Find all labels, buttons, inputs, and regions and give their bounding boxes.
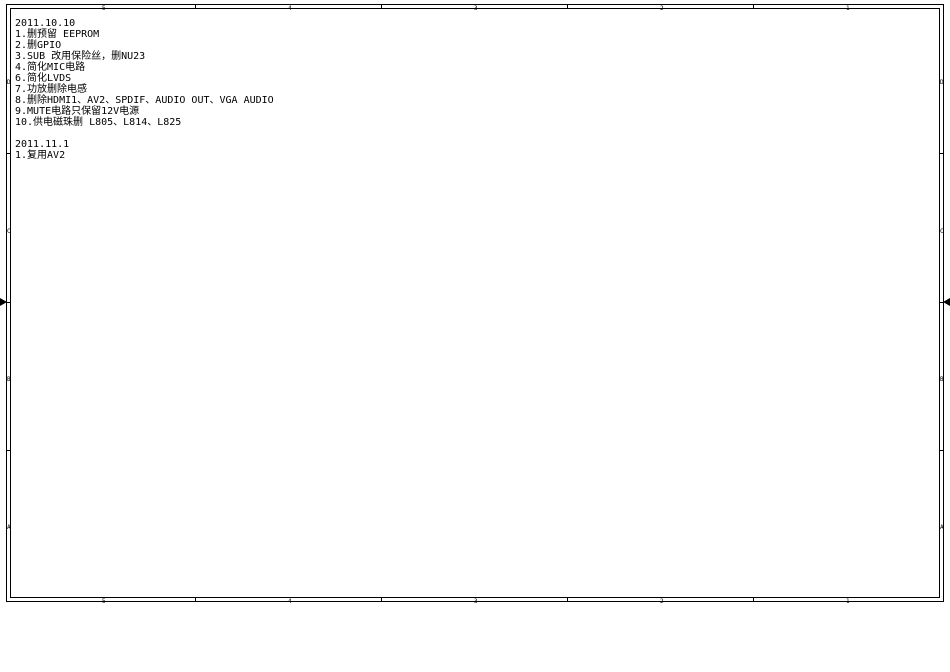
tick-top: [567, 4, 568, 8]
col-label-bottom-2: 2: [660, 598, 664, 605]
tick-top: [381, 4, 382, 8]
col-label-top-5: 5: [102, 5, 106, 12]
note-item: 7.功放删除电感: [15, 84, 87, 95]
col-label-top-4: 4: [288, 5, 292, 12]
note-date: 2011.10.10: [15, 18, 75, 29]
note-item: 6.简化LVDS: [15, 73, 71, 84]
tick-top: [195, 4, 196, 8]
tick-bottom: [753, 598, 754, 602]
note-item: 2.删GPIO: [15, 40, 61, 51]
tick-right: [940, 450, 944, 451]
col-label-bottom-5: 5: [102, 598, 106, 605]
tick-left: [6, 153, 10, 154]
row-label-left-a: A: [7, 524, 11, 531]
tick-bottom: [381, 598, 382, 602]
row-label-left-b: B: [7, 376, 11, 383]
row-label-right-a: A: [940, 524, 944, 531]
col-label-bottom-1: 1: [846, 598, 850, 605]
row-label-left-d: D: [7, 79, 11, 86]
tick-bottom: [195, 598, 196, 602]
row-label-right-b: B: [940, 376, 944, 383]
note-item: 1.复用AV2: [15, 150, 65, 161]
note-item: 4.简化MIC电路: [15, 62, 85, 73]
col-label-top-3: 3: [474, 5, 478, 12]
row-label-right-d: D: [940, 79, 944, 86]
tick-left: [6, 450, 10, 451]
tick-bottom: [567, 598, 568, 602]
col-label-bottom-3: 3: [474, 598, 478, 605]
arrow-left-icon: [0, 298, 7, 306]
note-item: 10.供电磁珠删 L805、L814、L825: [15, 117, 181, 128]
col-label-top-2: 2: [660, 5, 664, 12]
col-label-bottom-4: 4: [288, 598, 292, 605]
tick-top: [753, 4, 754, 8]
note-item: 8.删除HDMI1、AV2、SPDIF、AUDIO OUT、VGA AUDIO: [15, 95, 274, 106]
note-date: 2011.11.1: [15, 139, 69, 150]
col-label-top-1: 1: [846, 5, 850, 12]
note-item: 3.SUB 改用保险丝，删NU23: [15, 51, 145, 62]
note-item: 1.删预留 EEPROM: [15, 29, 99, 40]
note-item: 9.MUTE电路只保留12V电源: [15, 106, 139, 117]
arrow-right-icon: [943, 298, 950, 306]
row-label-right-c: C: [940, 228, 944, 235]
row-label-left-c: C: [7, 228, 11, 235]
tick-right: [940, 153, 944, 154]
